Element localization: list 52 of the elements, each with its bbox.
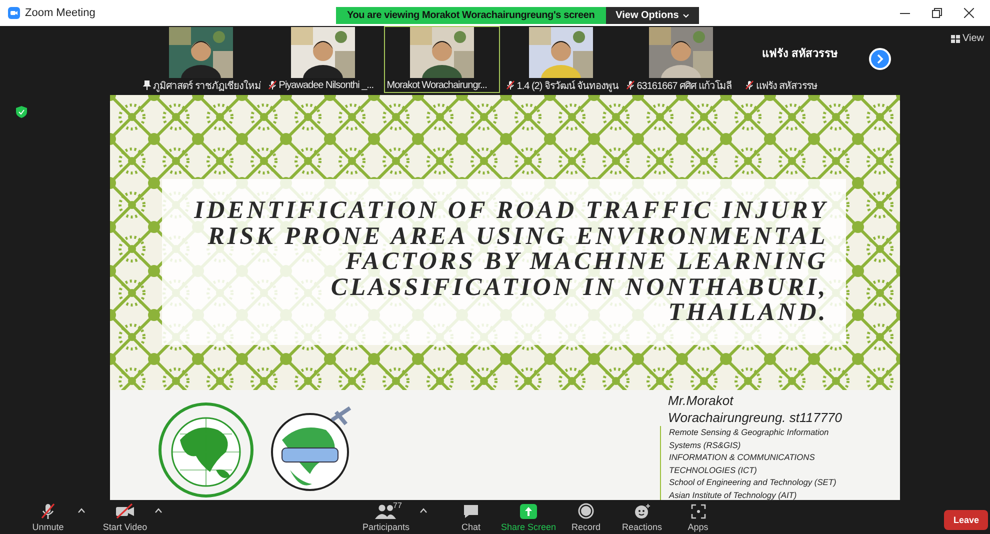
apps-icon (690, 504, 706, 518)
participant-name: Morakot Worachairungr... (386, 80, 487, 90)
muted-microphone-icon (626, 80, 635, 90)
muted-microphone-icon (744, 80, 754, 90)
affiliation-text: Asian Institute of Technology (AIT) (669, 488, 798, 500)
video-button[interactable]: Start Video (99, 502, 151, 532)
affiliation-text: Remote Sensing & Geographic Information Systems (RS&GIS) (669, 426, 830, 451)
record-icon (578, 503, 594, 519)
reactions-button[interactable]: Reactions (616, 502, 668, 532)
apps-button[interactable]: Apps (672, 502, 724, 532)
participant-name: ภูมิศาสตร์ ราชภัฏเชียงใหม่ (153, 79, 261, 92)
slide-title: IDENTIFICATION OF ROAD TRAFFIC INJURY RISK PRONE AREA USING ENVIRONMENTAL FACTORS BY MACHINE LEARNING CLASSIFICATION IN NONTHABURI, THAILAND. (193, 198, 828, 326)
affiliation-text: INFORMATION & COMMUNICATIONS TECHNOLOGIES (ICT) (669, 451, 816, 476)
share-screen-icon (520, 504, 538, 518)
view-options-button[interactable]: View Options (606, 7, 699, 24)
share-button[interactable]: Share Screen (501, 502, 556, 532)
muted-microphone-icon (40, 502, 56, 520)
chat-icon (463, 504, 479, 518)
caret-icon[interactable] (78, 508, 85, 512)
participant-count: 77 (393, 500, 402, 510)
close-icon[interactable] (964, 8, 974, 18)
chevron-right-icon (876, 54, 884, 64)
pin-icon (143, 80, 151, 90)
muted-microphone-icon (268, 80, 277, 90)
next-page-button[interactable] (868, 48, 891, 70)
leave-button[interactable]: Leave (944, 510, 988, 530)
view-button[interactable]: View (944, 32, 990, 45)
chevron-down-icon (682, 14, 689, 18)
caret-icon[interactable] (155, 508, 162, 512)
participant-name: 63161667 ศศิศ แก้วโมลี (636, 79, 732, 92)
mic-button[interactable]: Unmute (22, 502, 74, 532)
video-tile[interactable]: Morakot Worachairungr... (384, 26, 500, 93)
video-camera-icon (8, 7, 20, 19)
participant-name: 1.4 (2) จิรวัฒน์ จันทองพูน (516, 79, 619, 92)
smiley-icon (634, 503, 651, 519)
window-title: Zoom Meeting (25, 7, 96, 19)
presenter-name: Worachairungreung. st117770 (668, 409, 843, 426)
shield-icon[interactable] (16, 106, 27, 118)
participants-button[interactable]: 77 Participants (360, 502, 412, 532)
restore-icon[interactable] (932, 8, 942, 18)
record-button[interactable]: Record (560, 502, 612, 532)
video-off-icon (115, 503, 135, 519)
participant-name: Piyawadee Nilsonthi _... (278, 80, 374, 90)
muted-microphone-icon (506, 80, 515, 90)
presenter-name: Mr.Morakot (668, 392, 735, 409)
screen-share-banner: You are viewing Morakot Worachairungreung's screen (336, 7, 606, 24)
participant-name: แฟรัง สหัสวรรษ (756, 80, 818, 92)
affiliation-text: School of Engineering and Technology (SET) (669, 476, 838, 488)
grid-icon (950, 34, 960, 42)
chat-button[interactable]: Chat (445, 502, 497, 532)
participant-display-name: แฟรัง สหัสวรรษ (762, 46, 838, 62)
caret-icon[interactable] (420, 508, 427, 512)
